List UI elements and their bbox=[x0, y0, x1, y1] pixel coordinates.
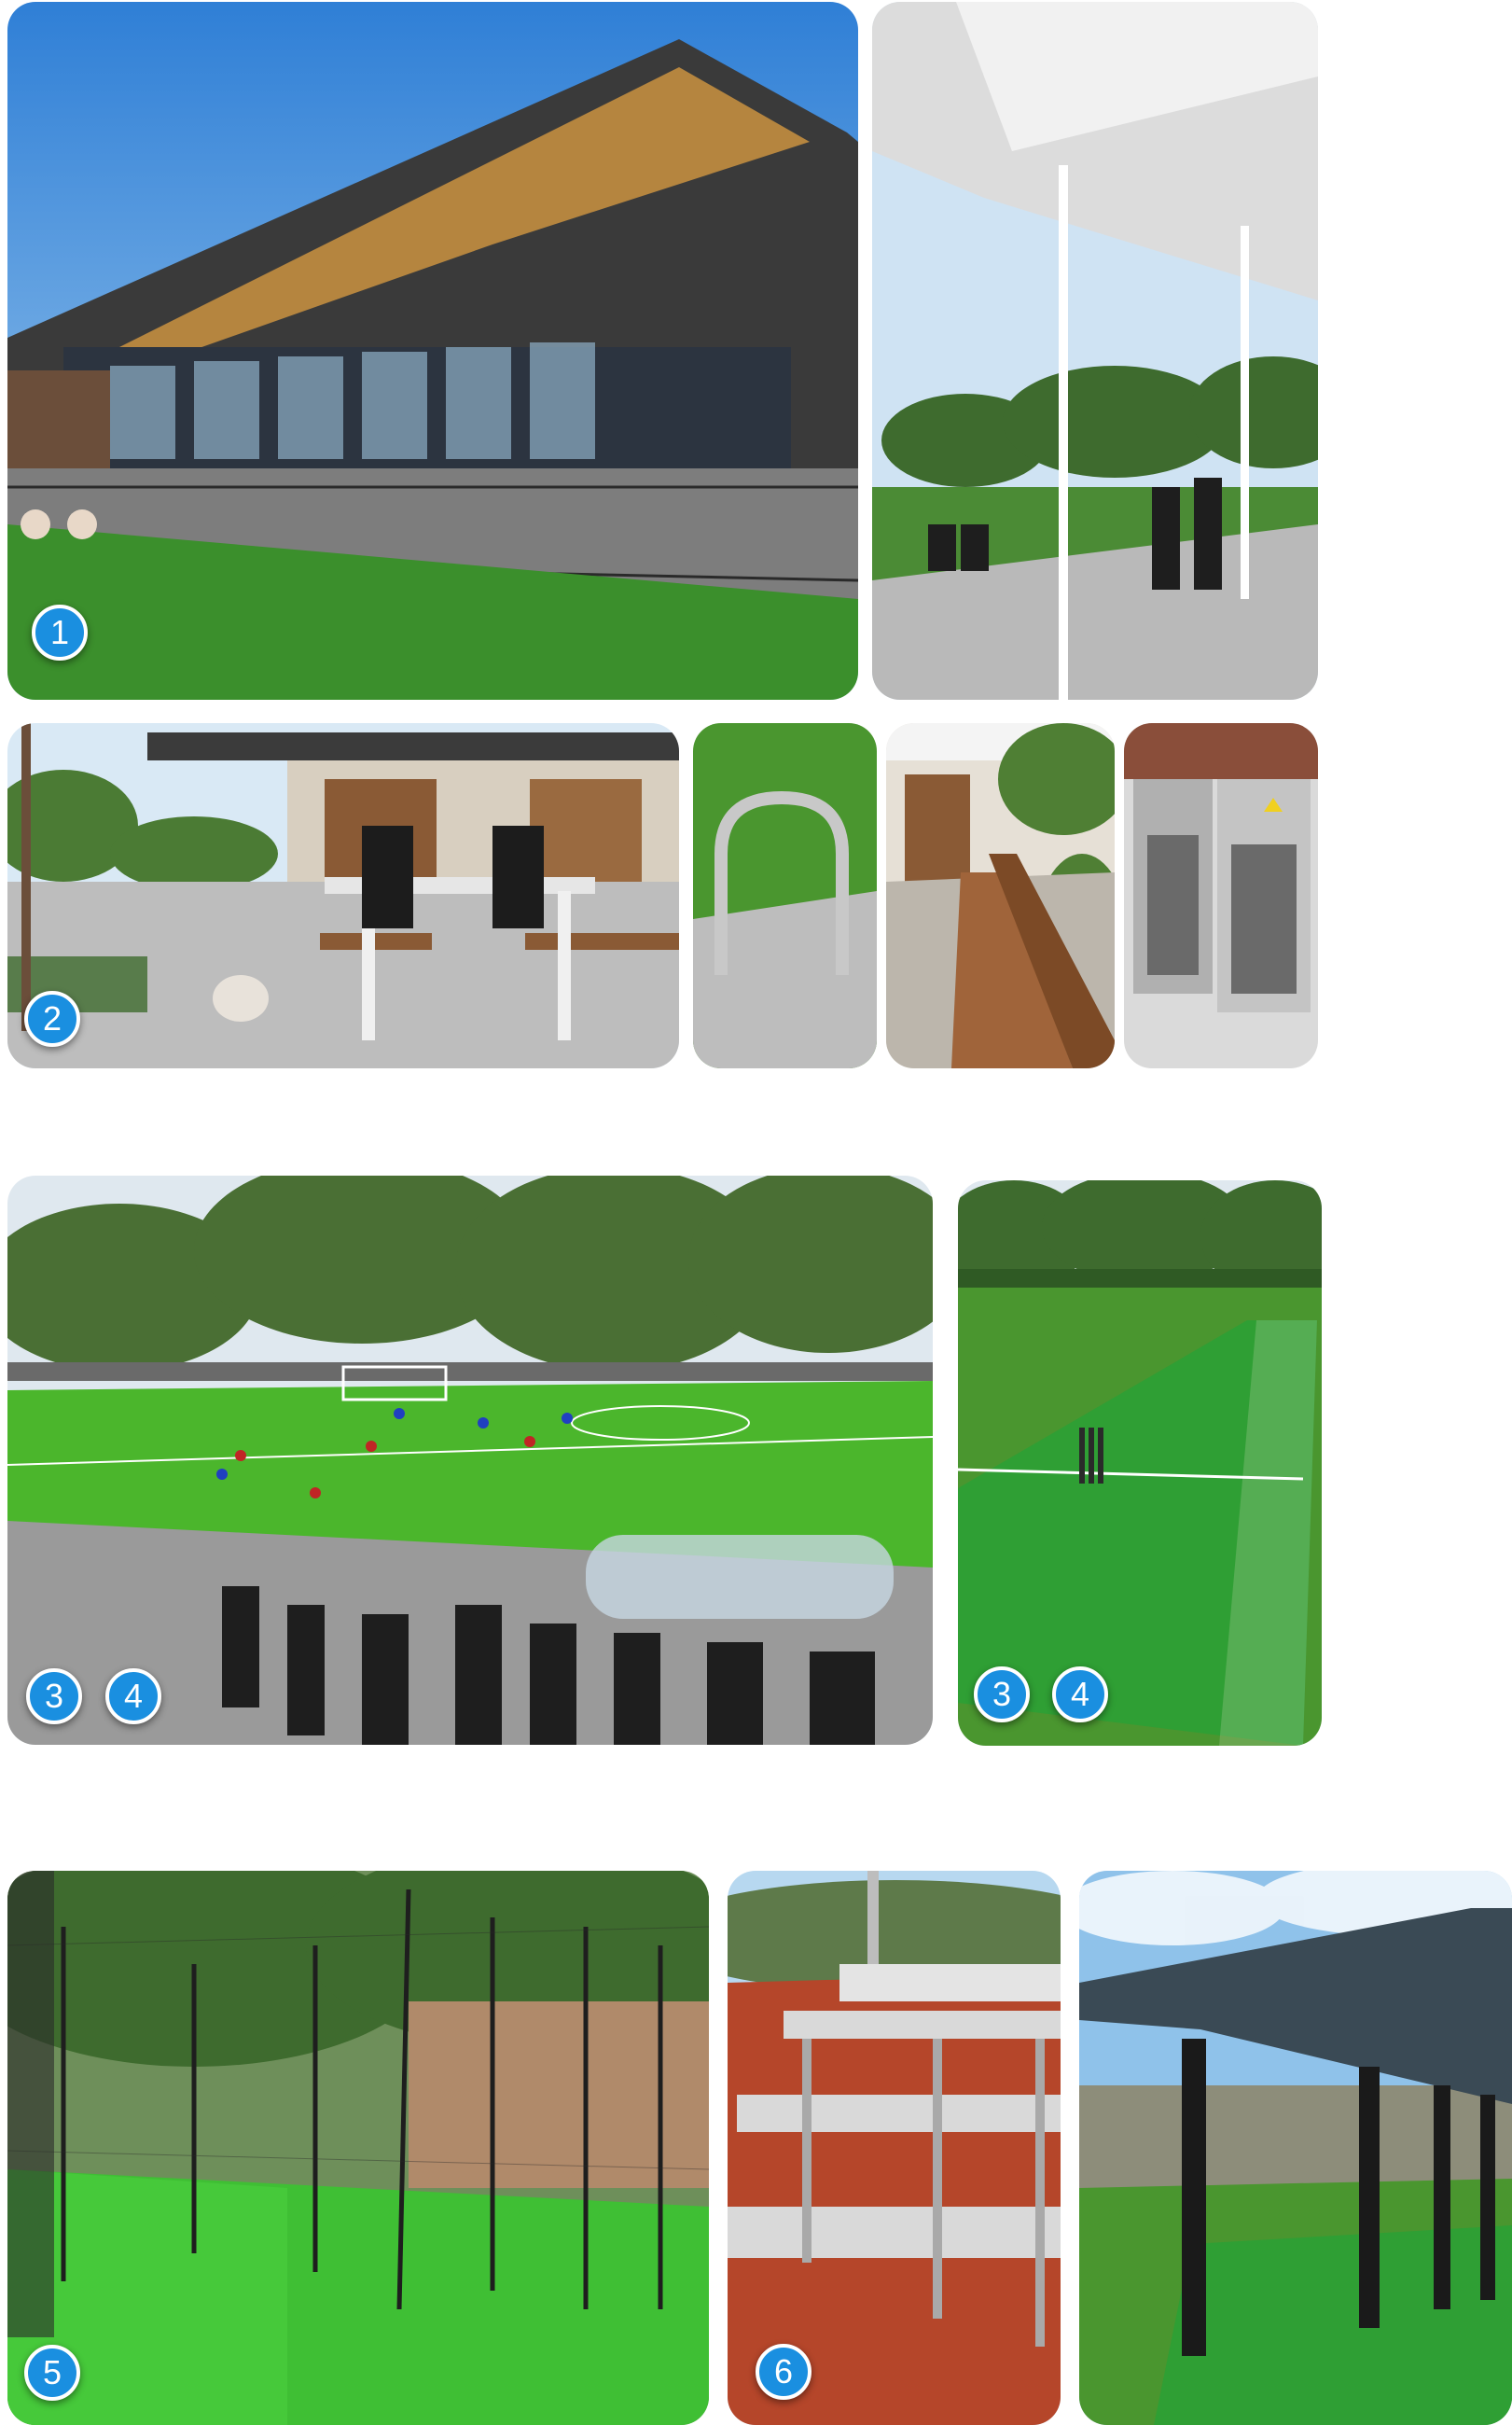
badge-4b: 4 bbox=[1052, 1666, 1108, 1722]
shade-shelter-photo bbox=[1079, 1871, 1512, 2425]
timber-bench-photo bbox=[886, 723, 1115, 1068]
pavilion-building-photo bbox=[7, 2, 858, 700]
badge-3: 3 bbox=[26, 1668, 82, 1724]
picnic-table-photo bbox=[7, 723, 679, 1068]
soccer-field-photo bbox=[7, 1176, 933, 1745]
badge-3b: 3 bbox=[974, 1666, 1030, 1722]
badge-1: 1 bbox=[32, 605, 88, 661]
badge-2: 2 bbox=[24, 991, 80, 1047]
badge-6: 6 bbox=[756, 2344, 811, 2400]
bike-rack-photo bbox=[693, 723, 877, 1068]
badge-5: 5 bbox=[24, 2345, 80, 2401]
covered-walkway-photo bbox=[872, 2, 1318, 700]
waste-bins-photo bbox=[1124, 723, 1318, 1068]
cricket-nets-photo bbox=[7, 1871, 709, 2425]
spectator-seating-photo bbox=[728, 1871, 1061, 2425]
cricket-pitch-photo bbox=[958, 1180, 1322, 1746]
badge-4: 4 bbox=[105, 1668, 161, 1724]
